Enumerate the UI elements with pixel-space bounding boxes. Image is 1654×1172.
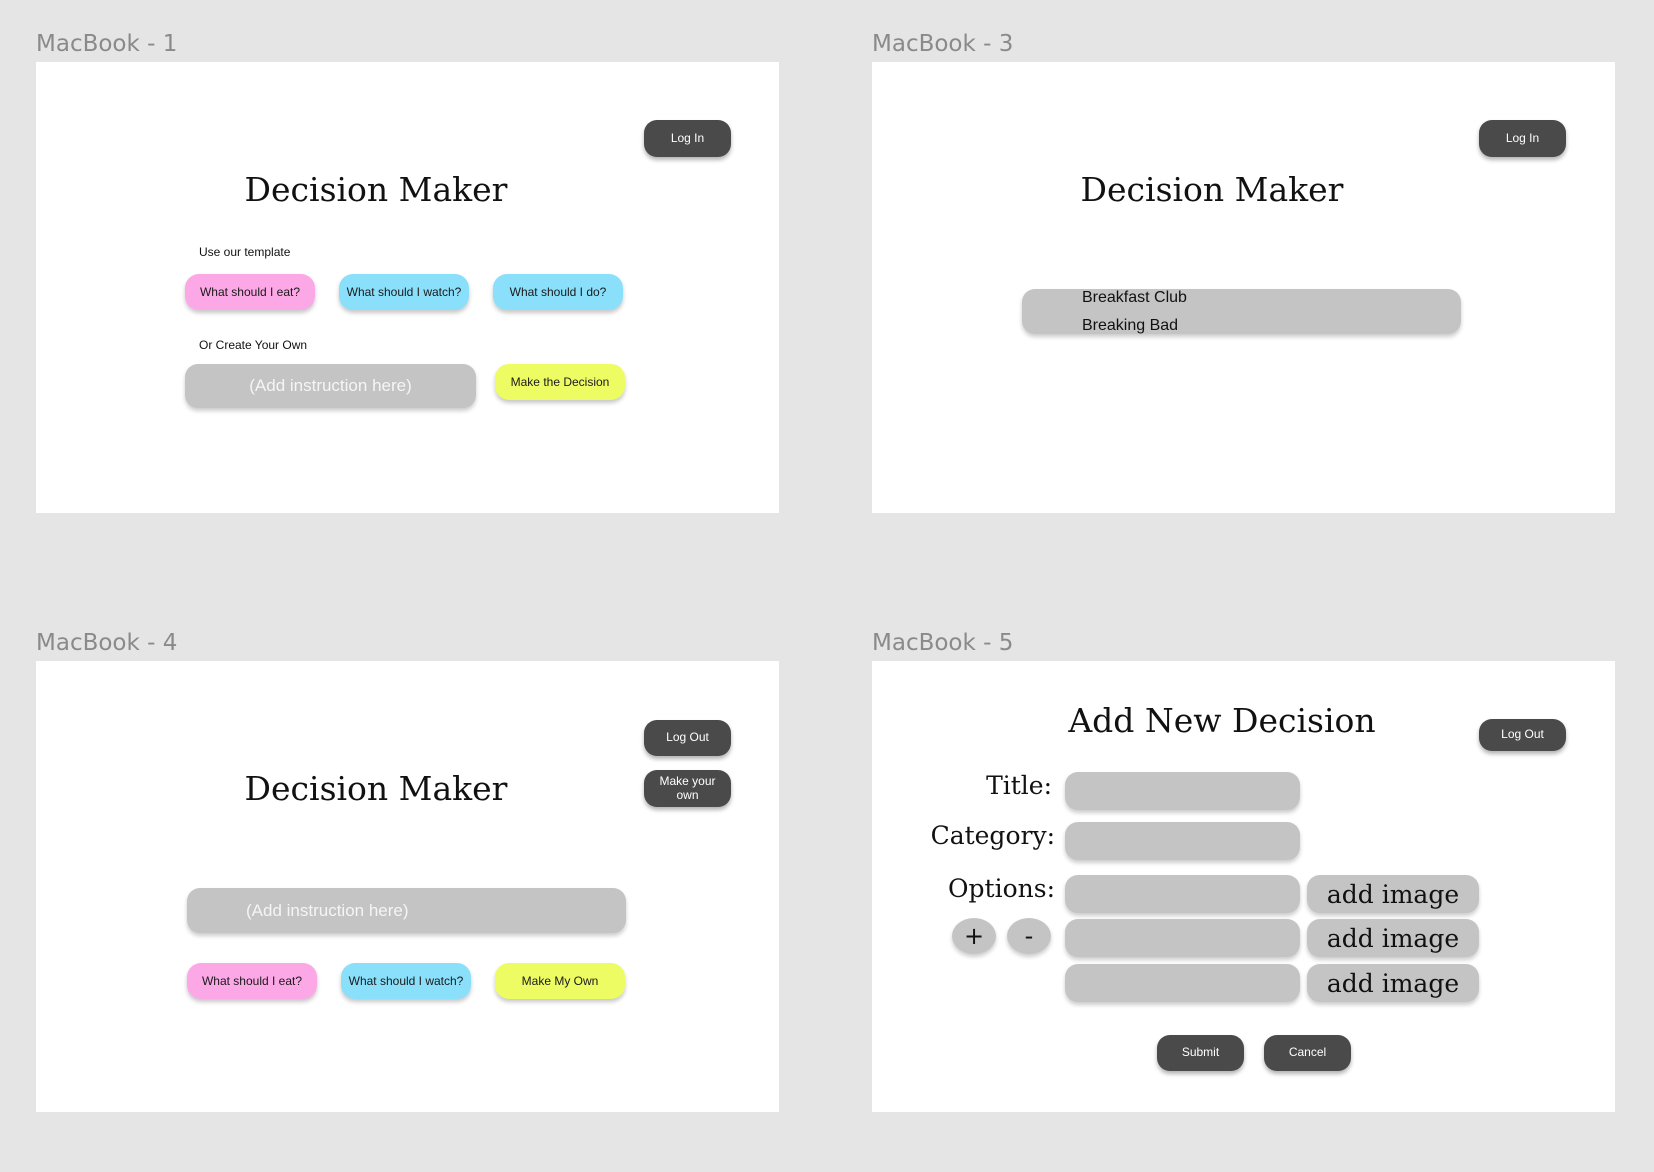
option-field-2[interactable] bbox=[1065, 919, 1300, 957]
frame-label-macbook-5: MacBook - 5 bbox=[872, 630, 1014, 656]
login-button[interactable]: Log In bbox=[644, 120, 731, 157]
template-eat-button[interactable]: What should I eat? bbox=[187, 963, 317, 999]
remove-option-button[interactable]: - bbox=[1007, 918, 1051, 954]
frame-macbook-1: Log In Decision Maker Use our template W… bbox=[36, 62, 779, 513]
frame-label-macbook-1: MacBook - 1 bbox=[36, 31, 178, 57]
make-your-own-button[interactable]: Make your own bbox=[644, 770, 731, 807]
page-title: Decision Maker bbox=[1080, 170, 1344, 209]
template-watch-button[interactable]: What should I watch? bbox=[339, 274, 469, 310]
add-image-button[interactable]: add image bbox=[1307, 875, 1479, 913]
create-own-label: Or Create Your Own bbox=[199, 338, 308, 352]
cancel-button[interactable]: Cancel bbox=[1264, 1035, 1351, 1071]
page-title: Decision Maker bbox=[244, 170, 508, 209]
instruction-placeholder: (Add instruction here) bbox=[246, 900, 409, 920]
options-label: Options: bbox=[948, 874, 1055, 903]
category-field[interactable] bbox=[1065, 822, 1300, 860]
option-field-1[interactable] bbox=[1065, 875, 1300, 913]
list-item[interactable]: Breaking Bad bbox=[1082, 317, 1178, 335]
instruction-input[interactable]: (Add instruction here) bbox=[185, 364, 476, 408]
make-my-own-button[interactable]: Make My Own bbox=[495, 963, 625, 999]
results-dropdown[interactable]: Breakfast Club Breaking Bad bbox=[1022, 289, 1461, 334]
instruction-placeholder: (Add instruction here) bbox=[249, 376, 412, 395]
list-item[interactable]: Breakfast Club bbox=[1082, 289, 1187, 307]
title-label: Title: bbox=[986, 771, 1052, 800]
make-decision-button[interactable]: Make the Decision bbox=[495, 364, 625, 400]
template-watch-button[interactable]: What should I watch? bbox=[341, 963, 471, 999]
login-button[interactable]: Log In bbox=[1479, 120, 1566, 157]
frame-label-macbook-3: MacBook - 3 bbox=[872, 31, 1014, 57]
frame-macbook-3: Log In Decision Maker Breakfast Club Bre… bbox=[872, 62, 1615, 513]
add-image-button[interactable]: add image bbox=[1307, 964, 1479, 1002]
page-title: Decision Maker bbox=[244, 769, 508, 808]
option-field-3[interactable] bbox=[1065, 964, 1300, 1002]
frame-macbook-5: Add New Decision Log Out Title: Category… bbox=[872, 661, 1615, 1112]
logout-button[interactable]: Log Out bbox=[1479, 719, 1566, 751]
category-label: Category: bbox=[930, 821, 1055, 850]
template-label: Use our template bbox=[199, 245, 291, 259]
template-do-button[interactable]: What should I do? bbox=[493, 274, 623, 310]
submit-button[interactable]: Submit bbox=[1157, 1035, 1244, 1071]
add-option-button[interactable]: + bbox=[952, 918, 996, 954]
instruction-input[interactable]: (Add instruction here) bbox=[187, 888, 626, 933]
title-field[interactable] bbox=[1065, 772, 1300, 810]
frame-macbook-4: Log Out Make your own Decision Maker (Ad… bbox=[36, 661, 779, 1112]
page-title: Add New Decision bbox=[1068, 701, 1376, 740]
frame-label-macbook-4: MacBook - 4 bbox=[36, 630, 178, 656]
template-eat-button[interactable]: What should I eat? bbox=[185, 274, 315, 310]
add-image-button[interactable]: add image bbox=[1307, 919, 1479, 957]
logout-button[interactable]: Log Out bbox=[644, 720, 731, 756]
